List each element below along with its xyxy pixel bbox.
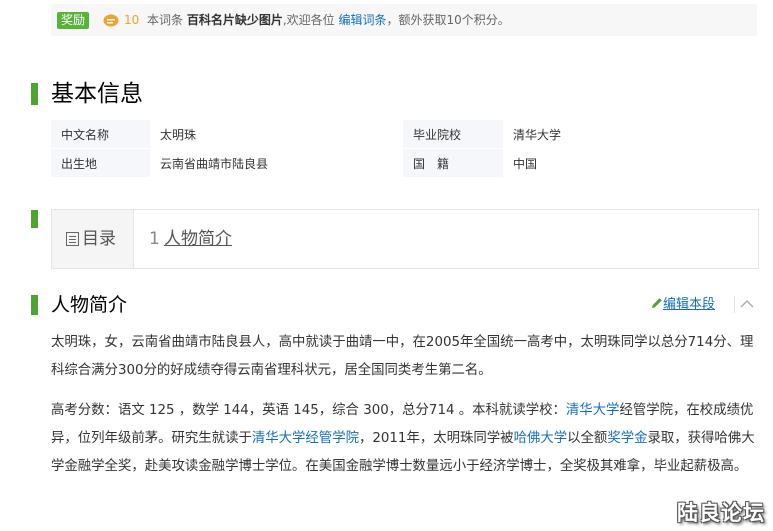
reward-bar: 奖励 10 本词条 百科名片缺少图片,欢迎各位 编辑词条，额外获取10个积分。	[51, 4, 757, 36]
reward-badge: 奖励	[57, 12, 90, 29]
toc-header: 目录	[52, 210, 134, 268]
section-marker	[31, 210, 38, 228]
info-value: 云南省曲靖市陆良县	[150, 148, 403, 178]
toc-title: 目录	[82, 229, 116, 249]
basic-info-title: 基本信息	[51, 81, 143, 107]
info-key: 出生地	[51, 148, 150, 178]
reward-text-prefix: 本词条	[147, 13, 184, 27]
paragraph-text: 以全额	[567, 431, 608, 446]
reward-text-suffix: ，额外获取10个积分。	[386, 13, 510, 27]
table-row: 中文名称 太明珠 毕业院校 清华大学	[51, 120, 758, 149]
reward-text: 本词条 百科名片缺少图片,欢迎各位 编辑词条，额外获取10个积分。	[147, 12, 510, 29]
paragraph-text: 高考分数：语文 125 ，数学 144，英语 145，综合 300，总分714 …	[51, 403, 566, 418]
forum-watermark: 陆良论坛	[677, 501, 765, 525]
info-key: 毕业院校	[403, 120, 503, 149]
info-key: 中文名称	[51, 120, 150, 149]
profile-paragraph-2: 高考分数：语文 125 ，数学 144，英语 145，综合 300，总分714 …	[51, 397, 761, 481]
info-value: 中国	[503, 148, 758, 178]
table-of-contents: 目录 1 人物简介	[51, 209, 759, 269]
info-value: 太明珠	[150, 120, 403, 149]
link-tsinghua[interactable]: 清华大学	[566, 403, 620, 418]
chevron-up-icon[interactable]	[740, 299, 754, 309]
edit-entry-link[interactable]: 编辑词条	[339, 13, 387, 27]
link-scholarship[interactable]: 奖学金	[607, 431, 647, 446]
info-value: 清华大学	[503, 120, 758, 149]
toc-item-profile[interactable]: 人物简介	[164, 227, 232, 251]
link-harvard[interactable]: 哈佛大学	[514, 431, 568, 446]
section-marker	[31, 295, 38, 315]
reward-text-bold: 百科名片缺少图片	[186, 13, 283, 27]
coin-icon	[103, 14, 119, 27]
toc-icon	[66, 232, 79, 246]
info-key: 国 籍	[403, 148, 503, 178]
edit-section-button[interactable]: 编辑本段	[651, 296, 715, 314]
divider	[734, 296, 735, 313]
basic-info-table: 中文名称 太明珠 毕业院校 清华大学 出生地 云南省曲靖市陆良县 国 籍 中国	[51, 120, 758, 178]
table-row: 出生地 云南省曲靖市陆良县 国 籍 中国	[51, 148, 758, 178]
link-tsinghua-sem[interactable]: 清华大学经管学院	[252, 431, 359, 446]
edit-section-label: 编辑本段	[663, 297, 716, 312]
profile-section-title: 人物简介	[51, 294, 128, 316]
profile-paragraph-1: 太明珠，女，云南省曲靖市陆良县人，高中就读于曲靖一中，在2005年全国统一高考中…	[51, 335, 754, 378]
pencil-icon	[652, 298, 662, 308]
paragraph-text: ，2011年，太明珠同学被	[358, 431, 514, 446]
toc-item-number: 1	[149, 229, 160, 249]
reward-text-middle: ,欢迎各位	[282, 13, 335, 27]
section-marker	[31, 83, 38, 105]
coin-count: 10	[124, 13, 140, 27]
